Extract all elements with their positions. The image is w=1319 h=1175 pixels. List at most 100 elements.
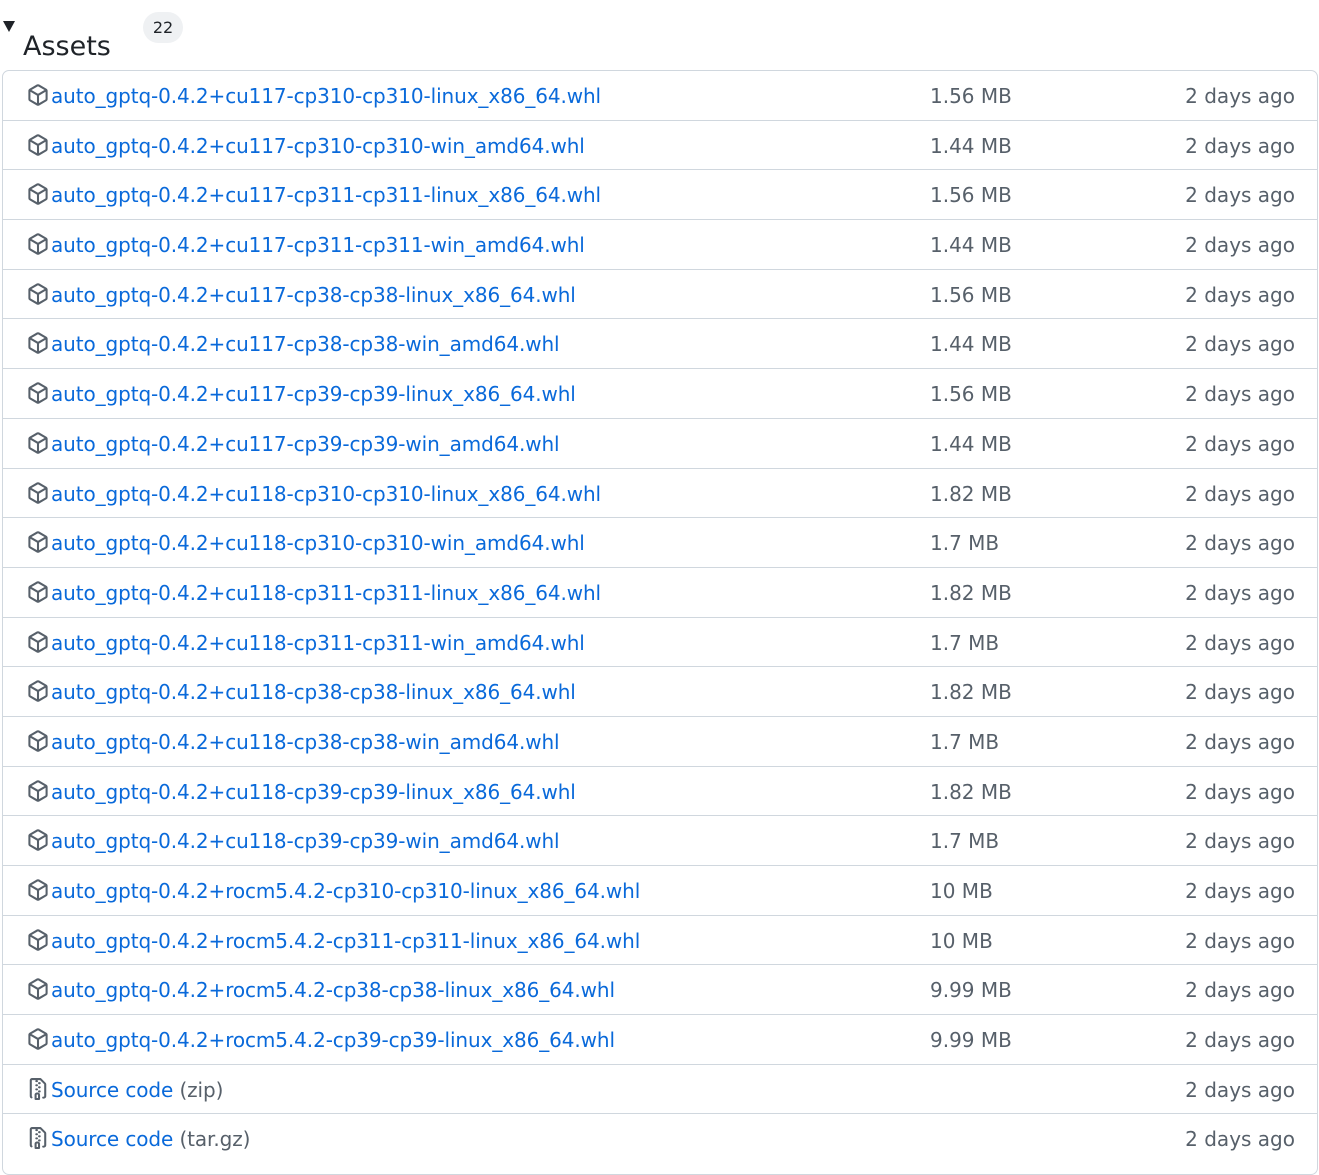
asset-name: auto_gptq-0.4.2+cu118-cp39-cp39-linux_x8… bbox=[51, 779, 576, 804]
asset-size: 1.82 MB bbox=[930, 779, 1012, 804]
asset-date: 2 days ago bbox=[1185, 233, 1295, 258]
package-icon bbox=[27, 282, 49, 305]
asset-date: 2 days ago bbox=[1185, 729, 1295, 754]
assets-list: auto_gptq-0.4.2+cu117-cp310-cp310-linux_… bbox=[2, 70, 1318, 1175]
asset-size: 1.44 MB bbox=[930, 133, 1012, 158]
asset-name: auto_gptq-0.4.2+cu117-cp39-cp39-linux_x8… bbox=[51, 382, 576, 407]
asset-name: auto_gptq-0.4.2+cu118-cp38-cp38-win_amd6… bbox=[51, 729, 560, 754]
asset-date: 2 days ago bbox=[1185, 680, 1295, 705]
asset-name: Source code bbox=[51, 1127, 174, 1152]
asset-size: 1.7 MB bbox=[930, 630, 1000, 655]
asset-size: 10 MB bbox=[930, 879, 993, 903]
assets-summary[interactable]: Assets 22 bbox=[0, 0, 1319, 62]
asset-name: Source code bbox=[51, 1077, 174, 1102]
package-icon bbox=[27, 183, 49, 206]
asset-date: 2 days ago bbox=[1185, 829, 1295, 854]
asset-size: 1.56 MB bbox=[930, 84, 1012, 108]
asset-row: auto_gptq-0.4.2+rocm5.4.2-cp310-cp310-li… bbox=[3, 866, 1317, 916]
asset-name: auto_gptq-0.4.2+cu117-cp310-cp310-linux_… bbox=[51, 84, 602, 108]
asset-name: auto_gptq-0.4.2+rocm5.4.2-cp39-cp39-linu… bbox=[51, 1028, 615, 1053]
asset-link[interactable]: auto_gptq-0.4.2+cu117-cp311-cp311-win_am… bbox=[51, 220, 585, 270]
package-icon bbox=[27, 630, 49, 653]
asset-link[interactable]: auto_gptq-0.4.2+rocm5.4.2-cp311-cp311-li… bbox=[51, 916, 640, 966]
asset-link[interactable]: auto_gptq-0.4.2+cu118-cp311-cp311-win_am… bbox=[51, 618, 585, 668]
package-icon bbox=[27, 432, 49, 454]
asset-row: auto_gptq-0.4.2+cu118-cp38-cp38-win_amd6… bbox=[3, 717, 1317, 767]
asset-name: auto_gptq-0.4.2+cu118-cp310-cp310-win_am… bbox=[51, 531, 585, 556]
asset-date: 2 days ago bbox=[1185, 630, 1295, 655]
asset-size: 1.56 MB bbox=[930, 282, 1012, 307]
asset-date: 2 days ago bbox=[1185, 183, 1295, 208]
asset-link[interactable]: auto_gptq-0.4.2+cu118-cp311-cp311-linux_… bbox=[51, 568, 601, 618]
asset-suffix: (tar.gz) bbox=[179, 1127, 251, 1152]
package-icon bbox=[27, 779, 49, 802]
asset-link[interactable]: Source code (zip) bbox=[51, 1065, 223, 1115]
asset-date: 2 days ago bbox=[1185, 84, 1295, 108]
asset-link[interactable]: auto_gptq-0.4.2+cu117-cp310-cp310-win_am… bbox=[51, 121, 585, 171]
asset-link[interactable]: auto_gptq-0.4.2+cu117-cp38-cp38-linux_x8… bbox=[51, 270, 576, 320]
asset-size: 1.44 MB bbox=[930, 431, 1012, 456]
asset-link[interactable]: auto_gptq-0.4.2+cu118-cp38-cp38-win_amd6… bbox=[51, 717, 560, 767]
asset-row: auto_gptq-0.4.2+cu118-cp310-cp310-linux_… bbox=[3, 469, 1317, 519]
file-zip-icon bbox=[27, 1077, 49, 1100]
package-icon bbox=[27, 730, 49, 752]
asset-date: 2 days ago bbox=[1185, 928, 1295, 953]
file-zip-icon bbox=[27, 1127, 49, 1150]
asset-row: auto_gptq-0.4.2+cu117-cp39-cp39-linux_x8… bbox=[3, 369, 1317, 419]
asset-size: 9.99 MB bbox=[930, 1028, 1012, 1053]
asset-link[interactable]: auto_gptq-0.4.2+rocm5.4.2-cp39-cp39-linu… bbox=[51, 1015, 615, 1065]
asset-date: 2 days ago bbox=[1185, 879, 1295, 903]
asset-size: 9.99 MB bbox=[930, 978, 1012, 1003]
asset-name: auto_gptq-0.4.2+cu117-cp311-cp311-win_am… bbox=[51, 233, 585, 258]
asset-row: auto_gptq-0.4.2+rocm5.4.2-cp38-cp38-linu… bbox=[3, 965, 1317, 1016]
asset-date: 2 days ago bbox=[1185, 779, 1295, 804]
asset-link[interactable]: auto_gptq-0.4.2+cu118-cp310-cp310-linux_… bbox=[51, 469, 601, 519]
package-icon bbox=[27, 133, 49, 156]
asset-date: 2 days ago bbox=[1185, 531, 1295, 556]
asset-name: auto_gptq-0.4.2+rocm5.4.2-cp311-cp311-li… bbox=[51, 928, 641, 953]
asset-date: 2 days ago bbox=[1185, 481, 1295, 506]
asset-link[interactable]: auto_gptq-0.4.2+cu117-cp311-cp311-linux_… bbox=[51, 170, 601, 220]
asset-row: auto_gptq-0.4.2+cu118-cp310-cp310-win_am… bbox=[3, 518, 1317, 568]
asset-link[interactable]: auto_gptq-0.4.2+cu117-cp310-cp310-linux_… bbox=[51, 71, 601, 121]
asset-name: auto_gptq-0.4.2+cu118-cp38-cp38-linux_x8… bbox=[51, 680, 576, 705]
asset-name: auto_gptq-0.4.2+cu118-cp311-cp311-linux_… bbox=[51, 580, 602, 605]
asset-date: 2 days ago bbox=[1185, 431, 1295, 456]
asset-row: auto_gptq-0.4.2+cu117-cp311-cp311-win_am… bbox=[3, 220, 1317, 270]
asset-date: 2 days ago bbox=[1185, 1028, 1295, 1053]
asset-size: 1.56 MB bbox=[930, 382, 1012, 407]
asset-row: auto_gptq-0.4.2+cu118-cp311-cp311-win_am… bbox=[3, 618, 1317, 668]
asset-date: 2 days ago bbox=[1185, 580, 1295, 605]
asset-row: auto_gptq-0.4.2+cu117-cp38-cp38-win_amd6… bbox=[3, 319, 1317, 370]
asset-date: 2 days ago bbox=[1185, 1077, 1295, 1102]
asset-row: auto_gptq-0.4.2+cu117-cp310-cp310-win_am… bbox=[3, 121, 1317, 171]
asset-link[interactable]: auto_gptq-0.4.2+cu117-cp39-cp39-linux_x8… bbox=[51, 369, 576, 419]
package-icon bbox=[27, 829, 49, 852]
asset-size: 10 MB bbox=[930, 928, 993, 953]
asset-name: auto_gptq-0.4.2+cu118-cp39-cp39-win_amd6… bbox=[51, 829, 560, 854]
package-icon bbox=[27, 84, 49, 106]
asset-name: auto_gptq-0.4.2+cu117-cp311-cp311-linux_… bbox=[51, 183, 602, 208]
asset-name: auto_gptq-0.4.2+rocm5.4.2-cp38-cp38-linu… bbox=[51, 978, 615, 1003]
asset-date: 2 days ago bbox=[1185, 282, 1295, 307]
asset-link[interactable]: auto_gptq-0.4.2+rocm5.4.2-cp310-cp310-li… bbox=[51, 866, 640, 916]
asset-link[interactable]: auto_gptq-0.4.2+cu117-cp38-cp38-win_amd6… bbox=[51, 319, 560, 369]
asset-row: Source code (zip) 2 days ago bbox=[3, 1065, 1317, 1115]
package-icon bbox=[27, 978, 49, 1001]
asset-link[interactable]: auto_gptq-0.4.2+cu118-cp38-cp38-linux_x8… bbox=[51, 667, 576, 717]
asset-link[interactable]: auto_gptq-0.4.2+cu118-cp310-cp310-win_am… bbox=[51, 518, 585, 568]
package-icon bbox=[27, 680, 49, 703]
asset-row: auto_gptq-0.4.2+cu117-cp38-cp38-linux_x8… bbox=[3, 270, 1317, 320]
asset-name: auto_gptq-0.4.2+cu117-cp39-cp39-win_amd6… bbox=[51, 431, 560, 456]
asset-link[interactable]: auto_gptq-0.4.2+rocm5.4.2-cp38-cp38-linu… bbox=[51, 965, 615, 1015]
asset-suffix: (zip) bbox=[179, 1077, 224, 1102]
asset-date: 2 days ago bbox=[1185, 332, 1295, 357]
asset-row: auto_gptq-0.4.2+cu118-cp38-cp38-linux_x8… bbox=[3, 667, 1317, 717]
asset-link[interactable]: Source code (tar.gz) bbox=[51, 1114, 250, 1164]
asset-link[interactable]: auto_gptq-0.4.2+cu118-cp39-cp39-linux_x8… bbox=[51, 767, 576, 817]
asset-size: 1.82 MB bbox=[930, 481, 1012, 506]
asset-link[interactable]: auto_gptq-0.4.2+cu117-cp39-cp39-win_amd6… bbox=[51, 419, 560, 469]
caret-down-icon[interactable] bbox=[3, 21, 15, 32]
asset-size: 1.44 MB bbox=[930, 332, 1012, 357]
asset-link[interactable]: auto_gptq-0.4.2+cu118-cp39-cp39-win_amd6… bbox=[51, 816, 560, 866]
